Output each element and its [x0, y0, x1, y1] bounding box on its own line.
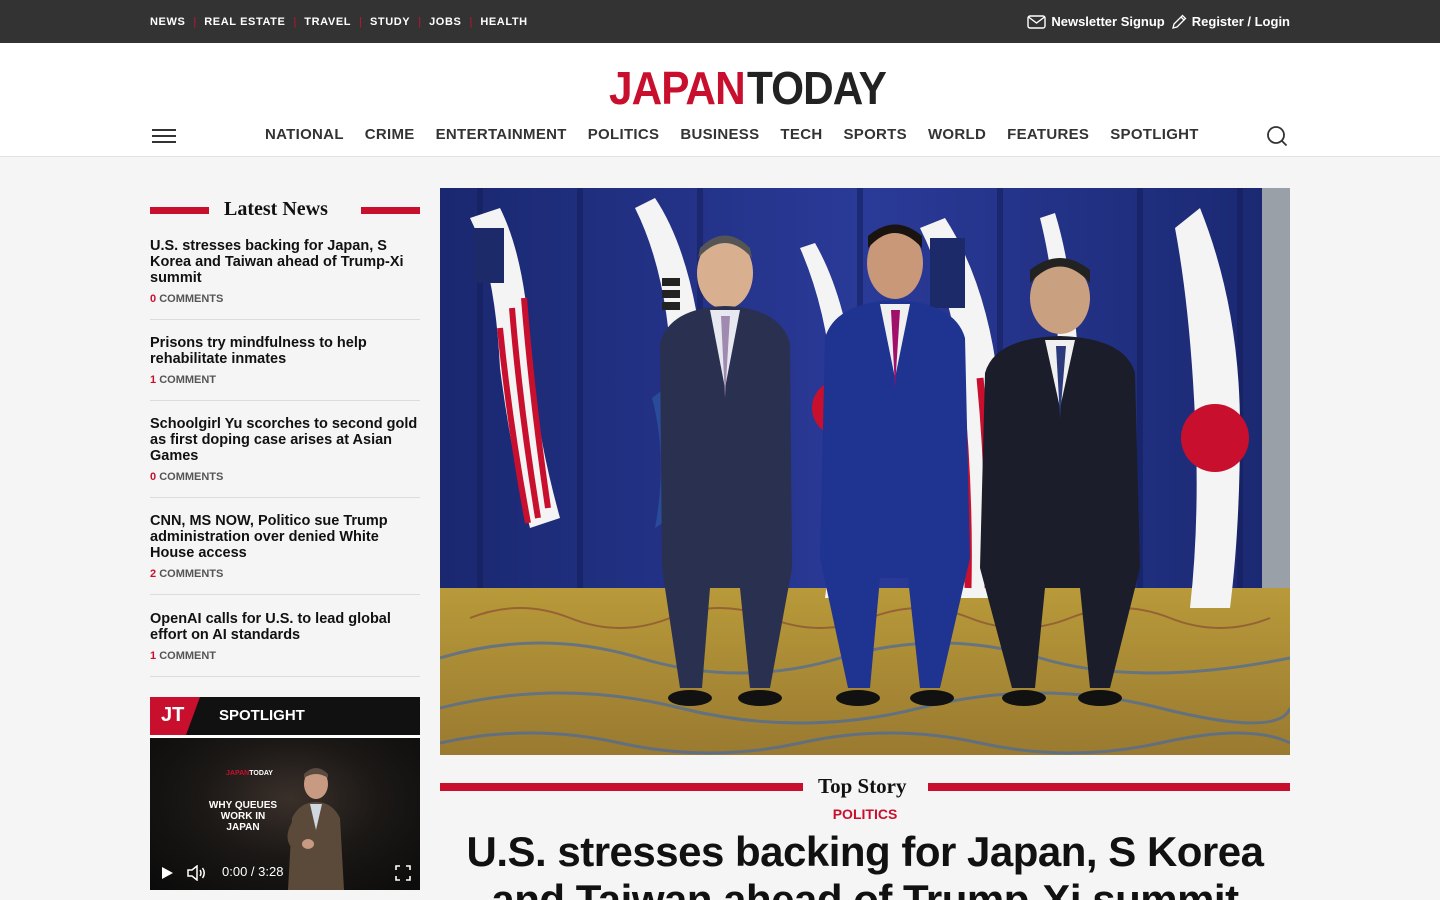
spotlight-header[interactable]: JT SPOTLIGHT [150, 697, 420, 735]
nav-national[interactable]: NATIONAL [265, 123, 344, 147]
comment-count[interactable]: 1 COMMENT [150, 374, 420, 386]
main-nav: NATIONAL CRIME ENTERTAINMENT POLITICS BU… [265, 123, 1199, 147]
nav-crime[interactable]: CRIME [365, 123, 415, 147]
divider: | [469, 15, 473, 28]
login-label: Register / Login [1191, 14, 1290, 29]
top-story-header: Top Story [440, 774, 1290, 802]
news-headline[interactable]: Schoolgirl Yu scorches to second gold as… [150, 416, 420, 464]
section-link-travel[interactable]: TRAVEL [304, 16, 351, 28]
menu-icon[interactable] [152, 129, 176, 143]
video-logo: JAPANTODAY [226, 770, 273, 777]
search-icon[interactable] [1266, 125, 1288, 152]
logo-today: TODAY [746, 62, 887, 114]
envelope-icon [1027, 14, 1047, 29]
section-link-jobs[interactable]: JOBS [429, 16, 461, 28]
nav-world[interactable]: WORLD [928, 123, 986, 147]
nav-politics[interactable]: POLITICS [588, 123, 660, 147]
divider: | [418, 15, 422, 28]
section-link-study[interactable]: STUDY [370, 16, 410, 28]
video-time: 0:00 / 3:28 [222, 864, 284, 879]
divider: | [359, 15, 362, 28]
news-headline[interactable]: OpenAI calls for U.S. to lead global eff… [150, 611, 420, 643]
divider: | [293, 15, 297, 28]
list-item[interactable]: U.S. stresses backing for Japan, S Korea… [150, 238, 420, 320]
jt-logo: JT [150, 697, 200, 735]
section-link-news[interactable]: NEWS [150, 16, 185, 28]
top-utility-bar: NEWS | REAL ESTATE | TRAVEL | STUDY | JO… [0, 0, 1440, 43]
section-link-real-estate[interactable]: REAL ESTATE [204, 16, 285, 28]
top-story-image[interactable] [440, 188, 1290, 755]
list-item[interactable]: Prisons try mindfulness to help rehabili… [150, 335, 420, 401]
volume-icon[interactable] [187, 865, 207, 881]
list-item[interactable]: OpenAI calls for U.S. to lead global eff… [150, 611, 420, 677]
video-title: WHY QUEUES WORK IN JAPAN [208, 800, 278, 833]
news-headline[interactable]: CNN, MS NOW, Politico sue Trump administ… [150, 513, 420, 561]
nav-spotlight[interactable]: SPOTLIGHT [1110, 123, 1199, 147]
top-story-headline[interactable]: U.S. stresses backing for Japan, S Korea… [440, 828, 1290, 900]
account-links: Newsletter Signup Register / Login [1027, 0, 1290, 43]
play-icon[interactable] [160, 866, 174, 880]
category-label[interactable]: POLITICS [440, 806, 1290, 822]
list-item[interactable]: Schoolgirl Yu scorches to second gold as… [150, 416, 420, 498]
japan-today-logo[interactable]: JAPAN TODAY [609, 62, 886, 114]
comment-count[interactable]: 0 COMMENTS [150, 293, 420, 305]
register-login-link[interactable]: Register / Login [1171, 14, 1290, 30]
news-headline[interactable]: U.S. stresses backing for Japan, S Korea… [150, 238, 420, 286]
spotlight-label: SPOTLIGHT [219, 707, 305, 724]
comment-count[interactable]: 2 COMMENTS [150, 568, 420, 580]
newsletter-label: Newsletter Signup [1051, 14, 1165, 29]
section-link-health[interactable]: HEALTH [480, 16, 527, 28]
newsletter-signup-link[interactable]: Newsletter Signup [1027, 14, 1165, 29]
site-header: JAPAN TODAY NATIONAL CRIME ENTERTAINMENT… [0, 43, 1440, 157]
section-links: NEWS | REAL ESTATE | TRAVEL | STUDY | JO… [150, 0, 528, 43]
logo-japan: JAPAN [609, 62, 746, 114]
divider: | [193, 15, 197, 28]
comment-count[interactable]: 1 COMMENT [150, 650, 420, 662]
fullscreen-icon[interactable] [395, 865, 411, 881]
video-controls: 0:00 / 3:28 [150, 854, 420, 890]
spotlight-video-player[interactable]: JAPANTODAY WHY QUEUES WORK IN JAPAN 0:00… [150, 738, 420, 890]
news-headline[interactable]: Prisons try mindfulness to help rehabili… [150, 335, 420, 367]
pencil-icon [1171, 14, 1187, 30]
nav-tech[interactable]: TECH [780, 123, 822, 147]
latest-news-header: Latest News [150, 198, 420, 224]
nav-features[interactable]: FEATURES [1007, 123, 1089, 147]
top-story-title: Top Story [818, 774, 907, 798]
list-item[interactable]: CNN, MS NOW, Politico sue Trump administ… [150, 513, 420, 595]
nav-sports[interactable]: SPORTS [843, 123, 906, 147]
latest-news-title: Latest News [224, 198, 328, 220]
nav-entertainment[interactable]: ENTERTAINMENT [436, 123, 567, 147]
comment-count[interactable]: 0 COMMENTS [150, 471, 420, 483]
nav-business[interactable]: BUSINESS [680, 123, 759, 147]
